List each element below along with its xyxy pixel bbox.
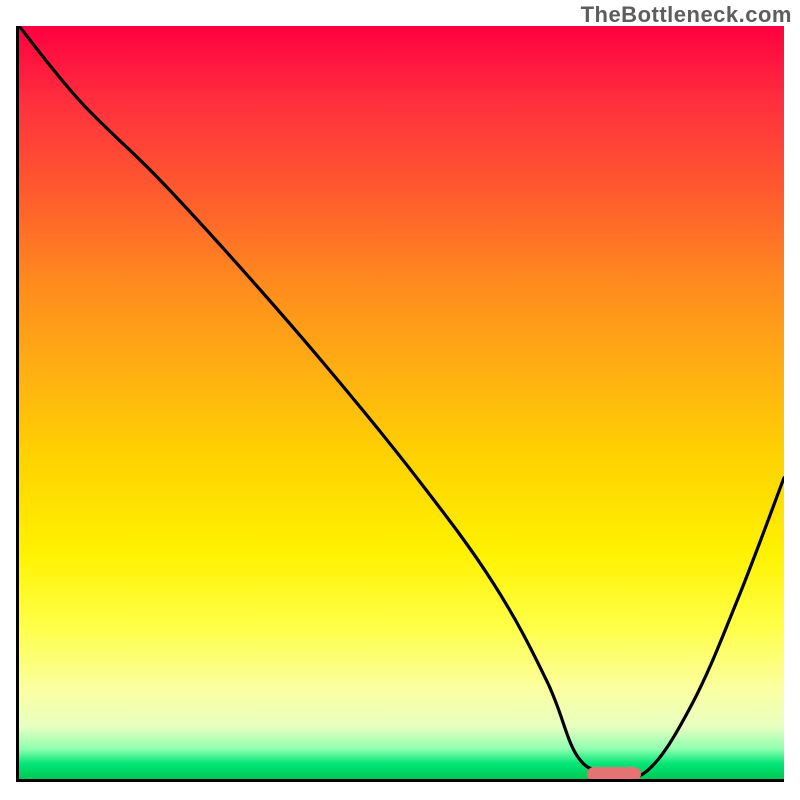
optimal-range-marker [587, 767, 641, 781]
curve-path [19, 26, 784, 778]
bottleneck-curve [19, 26, 784, 779]
attribution-label: TheBottleneck.com [581, 2, 792, 28]
plot-area [16, 26, 784, 782]
chart-container: TheBottleneck.com [0, 0, 800, 800]
